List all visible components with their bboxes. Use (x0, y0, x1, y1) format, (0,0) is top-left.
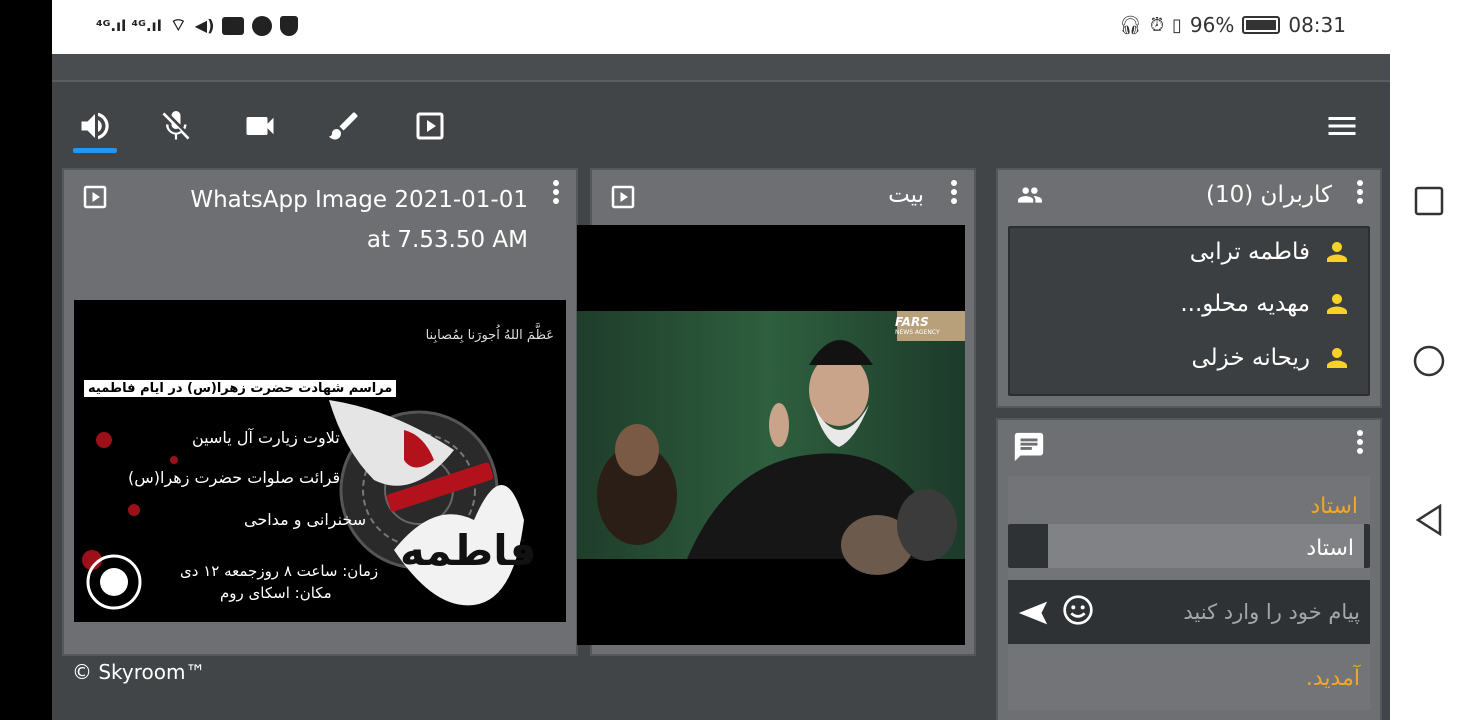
chat-message: استاد (1008, 524, 1370, 568)
status-bar: ⁴ᴳ.ıl ⁴ᴳ.ıl ⌔ ◀) 🎧︎ ⏰︎ ▯ 96% 08:31 (52, 0, 1390, 54)
video-panel-options-button[interactable] (948, 180, 960, 210)
poster-line-2: مراسم شهادت حضرت زهرا(س) در ایام فاطمیه (84, 380, 397, 397)
users-list: فاطمه ترابی مهدیه محلو... ریحانه خزلی (1008, 226, 1370, 396)
mic-off-icon (162, 111, 190, 140)
chat-input-bar: پیام خود را وارد کنید (1008, 580, 1370, 644)
media-panel-whatsapp: WhatsApp Image 2021-01-01 at 7.53.50 AM (62, 168, 578, 656)
menu-button[interactable] (1320, 104, 1364, 148)
user-row[interactable]: فاطمه ترابی (1190, 232, 1352, 272)
recents-button[interactable] (1412, 184, 1446, 218)
chat-sender-name: استاد (1310, 494, 1358, 519)
media-panel-options-button[interactable] (550, 180, 562, 210)
status-right: 🎧︎ ⏰︎ ▯ 96% 08:31 (1119, 13, 1346, 37)
video-watermark: FARS (895, 315, 929, 329)
poster-image: عَظَّمَ اللهُ اُجورَنا بِمُصابِنا مراسم … (74, 300, 566, 622)
poster-line-1: عَظَّمَ اللهُ اُجورَنا بِمُصابِنا (425, 328, 554, 343)
brush-button[interactable] (322, 104, 366, 148)
media-panel-title: WhatsApp Image 2021-01-01 at 7.53.50 AM (190, 187, 528, 253)
user-row[interactable]: ریحانه خزلی (1192, 338, 1353, 378)
back-button[interactable] (1412, 503, 1446, 537)
user-name: ریحانه خزلی (1191, 345, 1311, 371)
poster-line-7: مکان: اسکای روم (220, 584, 332, 602)
chat-panel-options-button[interactable] (1354, 430, 1366, 460)
alarm-icon: ⏰︎ (1149, 14, 1164, 36)
camera-icon (246, 117, 274, 135)
wifi-icon: ⌔ (169, 15, 187, 36)
badge-icon (252, 15, 273, 36)
headset-icon: 🎧︎ (1119, 14, 1142, 36)
circle-icon (1413, 345, 1445, 377)
clock: 08:31 (1288, 13, 1346, 37)
play-box-icon (611, 185, 635, 209)
chat-messages: استاد استاد پیام خود را وارد کنید آمدید. (1008, 476, 1370, 710)
hamburger-icon (1328, 117, 1356, 135)
camera-button[interactable] (238, 104, 282, 148)
mic-button[interactable] (154, 104, 198, 148)
brush-icon (329, 112, 358, 140)
triangle-back-icon (1415, 503, 1442, 537)
video-panel-title: بیت (888, 182, 924, 208)
volume-icon: ◀) (194, 16, 215, 35)
skyroom-app: ⁴ᴳ.ıl ⁴ᴳ.ıl ⌔ ◀) 🎧︎ ⏰︎ ▯ 96% 08:31 Whats… (52, 0, 1390, 720)
send-icon (1018, 601, 1048, 625)
user-icon (1327, 294, 1347, 314)
poster-line-4: قرائت صلوات حضرت زهرا(س) (128, 468, 341, 487)
battery-percent: 96% (1189, 13, 1235, 37)
top-strip (52, 54, 1390, 82)
user-row[interactable]: مهدیه محلو... (1180, 284, 1352, 324)
send-button[interactable] (1016, 596, 1050, 630)
video-player[interactable]: FARS NEWS AGENCY (577, 225, 965, 645)
user-icon (1327, 348, 1347, 368)
toolbar (52, 82, 1390, 166)
play-box-icon (83, 185, 107, 209)
speaker-active-indicator (73, 148, 117, 153)
video-frame (577, 311, 965, 575)
video-panel-play-button[interactable] (608, 182, 638, 212)
media-button[interactable] (408, 104, 452, 148)
chat-note: آمدید. (1305, 666, 1360, 691)
video-watermark-sub: NEWS AGENCY (895, 329, 940, 336)
users-group-icon (1012, 182, 1048, 208)
battery-icon (1242, 16, 1281, 34)
play-box-icon (416, 112, 444, 140)
android-nav-bar (1390, 0, 1466, 720)
chat-input[interactable]: پیام خود را وارد کنید (1183, 600, 1360, 624)
poster-line-6: زمان: ساعت ۸ روزجمعه ۱۲ دی (180, 562, 379, 580)
shield-icon (280, 15, 299, 36)
emoji-icon (1063, 595, 1093, 625)
media-panel-play-button[interactable] (80, 182, 110, 212)
speaker-button[interactable] (73, 104, 117, 148)
copyright: © Skyroom™ (72, 660, 206, 684)
screen: ⁴ᴳ.ıl ⁴ᴳ.ıl ⌔ ◀) 🎧︎ ⏰︎ ▯ 96% 08:31 Whats… (0, 0, 1466, 720)
activity-icon (222, 16, 245, 35)
user-name: فاطمه ترابی (1189, 239, 1310, 265)
speaker-icon (81, 112, 109, 140)
chat-icon (1012, 430, 1046, 464)
chat-message-text: استاد (1306, 536, 1354, 561)
home-button[interactable] (1412, 344, 1446, 378)
poster-big-text: فاطمه (400, 526, 537, 575)
emoji-button[interactable] (1062, 594, 1094, 626)
signal-text: ⁴ᴳ.ıl ⁴ᴳ.ıl (96, 16, 162, 35)
poster-line-5: سخنرانی و مداحی (244, 510, 367, 529)
users-panel: کاربران (10) فاطمه ترابی مهدیه محلو... ر… (996, 168, 1382, 408)
user-icon (1327, 242, 1347, 262)
chat-panel: استاد استاد پیام خود را وارد کنید آمدید. (996, 418, 1382, 720)
users-panel-options-button[interactable] (1354, 180, 1366, 210)
square-icon (1414, 186, 1444, 216)
poster-line-3: تلاوت زیارت آل یاسین (192, 428, 340, 447)
vibrate-icon: ▯ (1172, 14, 1182, 36)
status-left: ⁴ᴳ.ıl ⁴ᴳ.ıl ⌔ ◀) (96, 14, 299, 37)
users-panel-title: کاربران (10) (1206, 182, 1332, 208)
user-name: مهدیه محلو... (1180, 291, 1310, 317)
